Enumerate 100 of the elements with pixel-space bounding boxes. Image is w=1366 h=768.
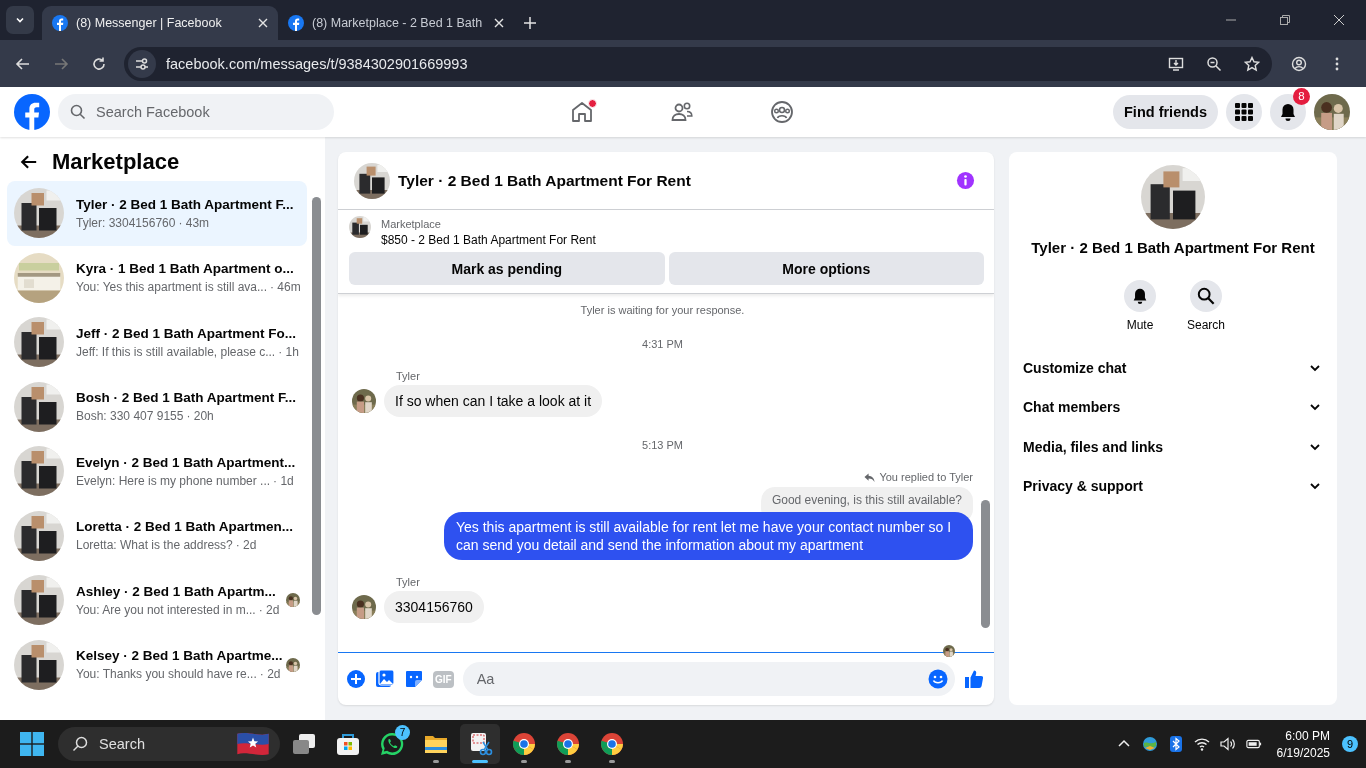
close-icon[interactable] bbox=[494, 18, 504, 28]
conversation-item[interactable]: Evelyn · 2 Bed 1 Bath Apartment... Evelyn: Here is my phone number ... · 1d bbox=[7, 439, 307, 504]
browser-tab[interactable]: (8) Messenger | Facebook bbox=[42, 6, 278, 40]
browser-tab[interactable]: (8) Marketplace - 2 Bed 1 Bath bbox=[278, 6, 514, 40]
site-settings-button[interactable] bbox=[128, 49, 156, 78]
notification-badge[interactable]: 9 bbox=[1342, 736, 1358, 752]
bookmark-star-icon[interactable] bbox=[1244, 55, 1260, 72]
menu-button[interactable] bbox=[1226, 94, 1262, 130]
zoom-icon[interactable] bbox=[1206, 55, 1222, 72]
clock-time: 6:00 PM bbox=[1285, 728, 1330, 743]
listing-action-button[interactable]: Mark as pending bbox=[349, 252, 665, 285]
grid-icon bbox=[1235, 103, 1253, 121]
find-friends-button[interactable]: Find friends bbox=[1113, 95, 1218, 129]
message-time: · 46m bbox=[270, 280, 301, 295]
conversation-title: Ashley · 2 Bed 1 Bath Apartm... bbox=[76, 583, 276, 599]
section-label: Customize chat bbox=[1023, 359, 1127, 376]
wifi-icon[interactable] bbox=[1193, 736, 1210, 752]
message-time: · 2d bbox=[235, 538, 257, 553]
sender-name: Tyler bbox=[396, 370, 420, 382]
message-time: · 20h bbox=[186, 409, 214, 424]
add-icon[interactable] bbox=[346, 669, 366, 689]
conversation-title: Kyra · 1 Bed 1 Bath Apartment o... bbox=[76, 261, 294, 277]
conversation-item[interactable]: Loretta · 2 Bed 1 Bath Apartmen... Loretta: What is the address? · 2d bbox=[7, 503, 307, 568]
message-preview: Tyler: 3304156760 bbox=[76, 215, 176, 230]
task-view-icon bbox=[291, 731, 317, 757]
message-bubble: If so when can I take a look at it bbox=[384, 385, 603, 417]
reply-icon bbox=[864, 471, 876, 483]
listing-title[interactable]: $850 - 2 Bed 1 Bath Apartment For Rent bbox=[381, 233, 596, 247]
message-time: · 2d bbox=[259, 667, 281, 682]
photo-icon[interactable] bbox=[375, 669, 395, 689]
close-icon[interactable] bbox=[1334, 15, 1344, 25]
close-icon[interactable] bbox=[258, 18, 268, 28]
clock-date: 6/19/2025 bbox=[1276, 745, 1330, 760]
mute-button[interactable] bbox=[1124, 280, 1156, 312]
sender-name: Tyler bbox=[396, 576, 420, 588]
taskbar-search-bar[interactable]: Search bbox=[58, 727, 280, 761]
info-icon[interactable] bbox=[956, 171, 975, 190]
taskbar-app[interactable] bbox=[460, 724, 500, 764]
chat-title: Tyler · 2 Bed 1 Bath Apartment For Rent bbox=[398, 171, 691, 190]
globe-icon[interactable] bbox=[1141, 736, 1158, 752]
browser-icon bbox=[599, 731, 625, 757]
search-icon bbox=[70, 104, 86, 120]
section-header[interactable]: Customize chat bbox=[1017, 348, 1329, 388]
install-icon[interactable] bbox=[1168, 55, 1184, 72]
conversation-title: Kelsey · 2 Bed 1 Bath Apartme... bbox=[76, 648, 283, 664]
timestamp: 4:31 PM bbox=[642, 338, 683, 350]
message-bubble: Yes this apartment is still available for rent let me have your contact number so I can send you detail and send the information about my apartment bbox=[444, 512, 973, 560]
message-bubble: 3304156760 bbox=[384, 591, 484, 623]
action-label: Search bbox=[1187, 318, 1225, 332]
section-label: Privacy & support bbox=[1023, 478, 1143, 495]
message-preview: You: Thanks you should have re... bbox=[76, 667, 257, 682]
tab-list-button[interactable] bbox=[6, 6, 34, 34]
search-button[interactable] bbox=[1190, 280, 1222, 312]
system-notice: Tyler is waiting for your response. bbox=[580, 304, 745, 316]
search-input[interactable]: Search bbox=[97, 735, 221, 753]
facebook-logo[interactable] bbox=[14, 94, 50, 130]
conversation-title: Evelyn · 2 Bed 1 Bath Apartment... bbox=[76, 454, 296, 470]
message-preview: You: Are you not interested in m... bbox=[76, 602, 256, 617]
section-header[interactable]: Chat members bbox=[1017, 387, 1329, 427]
listing-source: Marketplace bbox=[381, 218, 442, 230]
conversation-item[interactable]: Ashley · 2 Bed 1 Bath Apartm... You: Are you not interested in m... · 2d bbox=[7, 568, 307, 633]
conversation-item[interactable]: Bosh · 2 Bed 1 Bath Apartment F... Bosh: 330 407 9155 · 20h bbox=[7, 374, 307, 439]
conversation-item[interactable]: Kelsey · 2 Bed 1 Bath Apartme... You: Thanks you should have re... · 2d bbox=[7, 632, 307, 697]
listing-action-button[interactable]: More options bbox=[668, 252, 984, 285]
notifications-button[interactable] bbox=[1270, 94, 1306, 130]
message-time: · 2d bbox=[258, 602, 280, 617]
bluetooth-icon[interactable] bbox=[1167, 736, 1184, 752]
search-input[interactable]: Search Facebook bbox=[94, 103, 298, 121]
address-bar[interactable]: facebook.com/messages/t/9384302901669993 bbox=[124, 46, 1272, 81]
facebook-icon bbox=[288, 15, 304, 31]
clock[interactable]: 6:00 PM 6/19/2025 bbox=[1276, 728, 1330, 760]
action-label: Mute bbox=[1126, 318, 1154, 332]
message-preview: Loretta: What is the address? bbox=[76, 538, 233, 553]
bell-icon bbox=[1131, 287, 1149, 305]
sliders-icon bbox=[134, 55, 150, 72]
conversation-item[interactable]: Tyler · 2 Bed 1 Bath Apartment F... Tyler: 3304156760 · 43m bbox=[7, 181, 307, 246]
chat-title: Tyler · 2 Bed 1 Bath Apartment For Rent bbox=[1031, 239, 1315, 256]
conversation-title: Bosh · 2 Bed 1 Bath Apartment F... bbox=[76, 390, 297, 406]
conversation-item[interactable]: Kyra · 1 Bed 1 Bath Apartment o... You: Yes this apartment is still ava... · 46m bbox=[7, 245, 307, 310]
message-time: · 1h bbox=[278, 344, 299, 359]
sticker-icon[interactable] bbox=[404, 669, 424, 689]
search-icon bbox=[72, 736, 88, 752]
volume-icon[interactable] bbox=[1219, 736, 1236, 752]
message-input[interactable]: Aa bbox=[474, 670, 928, 688]
search-bar[interactable]: Search Facebook bbox=[58, 94, 334, 130]
conversation-title: Loretta · 2 Bed 1 Bath Apartmen... bbox=[76, 519, 294, 535]
section-header[interactable]: Media, files and links bbox=[1017, 427, 1329, 467]
restore-icon[interactable] bbox=[1280, 15, 1290, 25]
windows-start-icon[interactable] bbox=[20, 732, 44, 756]
back-icon[interactable] bbox=[20, 153, 38, 171]
thumbs-up-icon[interactable] bbox=[964, 669, 984, 689]
emoji-icon[interactable] bbox=[928, 669, 948, 689]
conversation-item[interactable]: Jeff · 2 Bed 1 Bath Apartment Fo... Jeff: If this is still available, please c... · 1h bbox=[7, 310, 307, 375]
section-label: Media, files and links bbox=[1023, 438, 1164, 455]
search-icon bbox=[1197, 287, 1215, 305]
message-preview: Bosh: 330 407 9155 bbox=[76, 409, 184, 424]
new-tab-icon[interactable] bbox=[524, 17, 536, 29]
message-bar[interactable]: Aa bbox=[462, 662, 955, 696]
taskbar-app[interactable]: 7 bbox=[372, 724, 412, 764]
section-header[interactable]: Privacy & support bbox=[1017, 466, 1329, 506]
